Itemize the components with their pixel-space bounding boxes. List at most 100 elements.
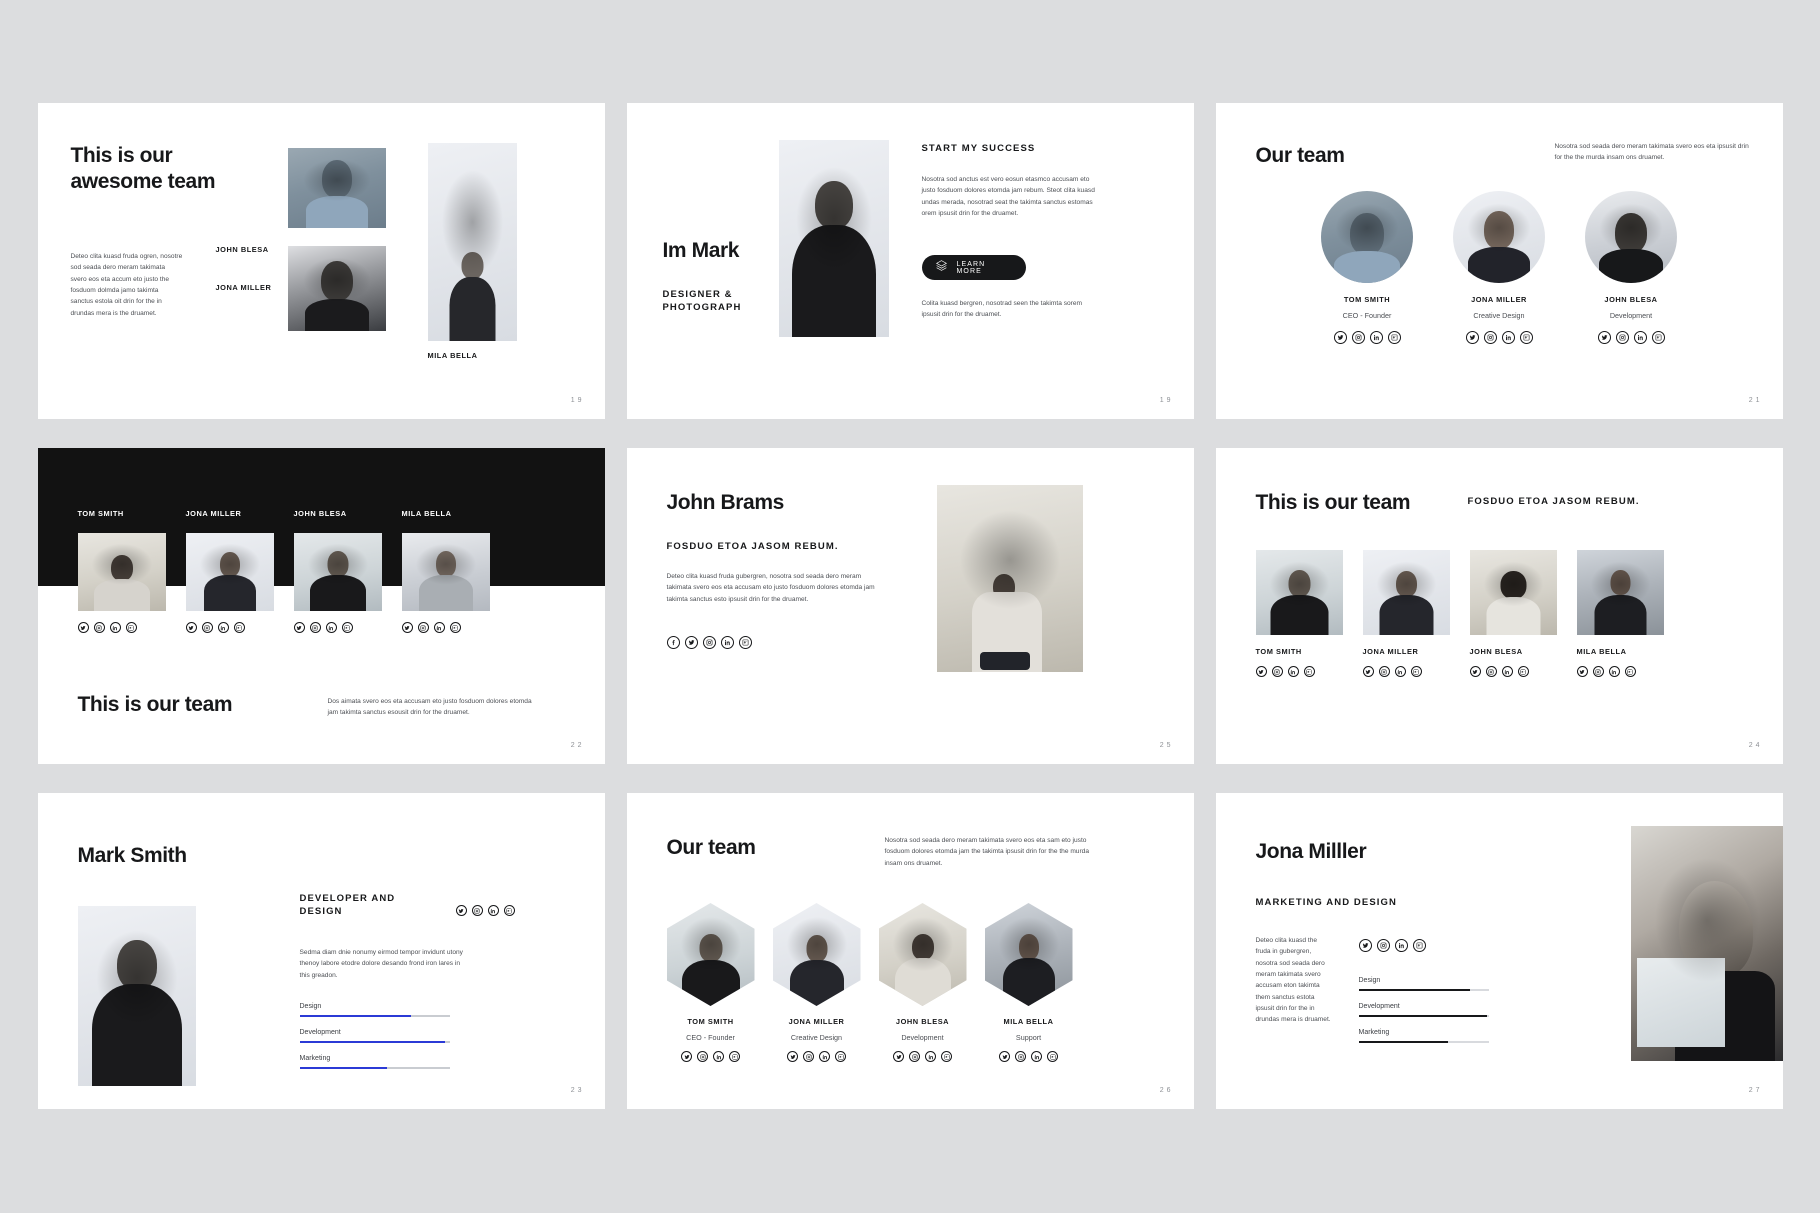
behance-icon[interactable] <box>1517 666 1529 677</box>
linkedin-icon[interactable] <box>1501 666 1513 677</box>
slide-im-mark[interactable]: Im Mark DESIGNER & PHOTOGRAPH START MY S… <box>626 103 1194 419</box>
behance-icon[interactable] <box>1651 331 1665 344</box>
twitter-icon[interactable] <box>787 1051 798 1062</box>
twitter-icon[interactable] <box>1255 666 1267 677</box>
team-member-card[interactable]: TOM SMITH CEO - Founder <box>666 903 755 1062</box>
linkedin-icon[interactable] <box>1369 331 1383 344</box>
slide-our-team-hex[interactable]: Our team Nosotra sod seada dero meram ta… <box>626 793 1194 1109</box>
social-links[interactable] <box>185 622 274 633</box>
twitter-icon[interactable] <box>1597 331 1611 344</box>
behance-icon[interactable] <box>729 1051 740 1062</box>
team-member-card[interactable]: JONA MILLER <box>185 503 274 633</box>
behance-icon[interactable] <box>1387 331 1401 344</box>
twitter-icon[interactable] <box>185 622 197 633</box>
team-member-card[interactable]: TOM SMITH CEO - Founder <box>1319 191 1415 344</box>
social-links[interactable] <box>1333 331 1401 344</box>
linkedin-icon[interactable] <box>487 905 499 916</box>
social-links[interactable] <box>77 622 166 633</box>
instagram-icon[interactable] <box>471 905 483 916</box>
instagram-icon[interactable] <box>1378 666 1390 677</box>
twitter-icon[interactable] <box>684 636 698 649</box>
instagram-icon[interactable] <box>1485 666 1497 677</box>
linkedin-icon[interactable] <box>433 622 445 633</box>
twitter-icon[interactable] <box>293 622 305 633</box>
instagram-icon[interactable] <box>1271 666 1283 677</box>
instagram-icon[interactable] <box>1483 331 1497 344</box>
social-links[interactable] <box>1597 331 1665 344</box>
team-member-card[interactable]: JONA MILLER <box>1362 550 1450 677</box>
slide-awesome-team[interactable]: This is our awesome team Deteo clita kua… <box>37 103 605 419</box>
team-member-card[interactable]: MILA BELLA <box>1576 550 1664 677</box>
linkedin-icon[interactable] <box>1501 331 1515 344</box>
team-member-card[interactable]: JOHN BLESA Development <box>878 903 967 1062</box>
slide-our-team-circles[interactable]: Our team Nosotra sod seada dero meram ta… <box>1215 103 1783 419</box>
slide-team-dark-band[interactable]: TOM SMITH JONA MILLER JOHN BLESA MILA BE… <box>37 448 605 764</box>
linkedin-icon[interactable] <box>819 1051 830 1062</box>
behance-icon[interactable] <box>941 1051 952 1062</box>
behance-icon[interactable] <box>1412 939 1426 952</box>
linkedin-icon[interactable] <box>1394 666 1406 677</box>
social-links[interactable] <box>1469 666 1557 677</box>
linkedin-icon[interactable] <box>1633 331 1647 344</box>
social-links[interactable] <box>1358 939 1426 952</box>
social-links[interactable] <box>681 1051 740 1062</box>
twitter-icon[interactable] <box>1576 666 1588 677</box>
behance-icon[interactable] <box>125 622 137 633</box>
linkedin-icon[interactable] <box>925 1051 936 1062</box>
twitter-icon[interactable] <box>401 622 413 633</box>
team-member-card[interactable]: JONA MILLER Creative Design <box>772 903 861 1062</box>
social-links[interactable] <box>999 1051 1058 1062</box>
instagram-icon[interactable] <box>1015 1051 1026 1062</box>
instagram-icon[interactable] <box>93 622 105 633</box>
twitter-icon[interactable] <box>455 905 467 916</box>
behance-icon[interactable] <box>738 636 752 649</box>
instagram-icon[interactable] <box>1376 939 1390 952</box>
twitter-icon[interactable] <box>77 622 89 633</box>
behance-icon[interactable] <box>233 622 245 633</box>
team-member-card[interactable]: JOHN BLESA Development <box>1583 191 1679 344</box>
twitter-icon[interactable] <box>1469 666 1481 677</box>
instagram-icon[interactable] <box>1351 331 1365 344</box>
slide-jona-milller[interactable]: Jona Milller MARKETING AND DESIGN Deteo … <box>1215 793 1783 1109</box>
social-links-full[interactable] <box>666 636 752 649</box>
linkedin-icon[interactable] <box>720 636 734 649</box>
social-links[interactable] <box>893 1051 952 1062</box>
linkedin-icon[interactable] <box>713 1051 724 1062</box>
behance-icon[interactable] <box>1519 331 1533 344</box>
instagram-icon[interactable] <box>909 1051 920 1062</box>
behance-icon[interactable] <box>341 622 353 633</box>
slide-team-light[interactable]: This is our team FOSDUO ETOA JASOM REBUM… <box>1215 448 1783 764</box>
team-member-card[interactable]: MILA BELLA <box>401 503 490 633</box>
linkedin-icon[interactable] <box>217 622 229 633</box>
twitter-icon[interactable] <box>1362 666 1374 677</box>
behance-icon[interactable] <box>503 905 515 916</box>
learn-more-button[interactable]: LEARN MORE <box>921 255 1026 280</box>
twitter-icon[interactable] <box>1358 939 1372 952</box>
facebook-icon[interactable] <box>666 636 680 649</box>
social-links[interactable] <box>401 622 490 633</box>
team-member-card[interactable]: JOHN BLESA <box>293 503 382 633</box>
twitter-icon[interactable] <box>681 1051 692 1062</box>
behance-icon[interactable] <box>1303 666 1315 677</box>
instagram-icon[interactable] <box>1615 331 1629 344</box>
twitter-icon[interactable] <box>893 1051 904 1062</box>
team-member-card[interactable]: TOM SMITH <box>1255 550 1343 677</box>
behance-icon[interactable] <box>835 1051 846 1062</box>
linkedin-icon[interactable] <box>325 622 337 633</box>
instagram-icon[interactable] <box>803 1051 814 1062</box>
slide-john-brams[interactable]: John Brams FOSDUO ETOA JASOM REBUM. Dete… <box>626 448 1194 764</box>
team-member-card[interactable]: TOM SMITH <box>77 503 166 633</box>
linkedin-icon[interactable] <box>1394 939 1408 952</box>
instagram-icon[interactable] <box>309 622 321 633</box>
linkedin-icon[interactable] <box>109 622 121 633</box>
twitter-icon[interactable] <box>1465 331 1479 344</box>
slide-mark-smith[interactable]: Mark Smith DEVELOPER AND DESIGN Sedma di… <box>37 793 605 1109</box>
instagram-icon[interactable] <box>201 622 213 633</box>
social-links[interactable] <box>787 1051 846 1062</box>
behance-icon[interactable] <box>449 622 461 633</box>
twitter-icon[interactable] <box>1333 331 1347 344</box>
linkedin-icon[interactable] <box>1031 1051 1042 1062</box>
social-links[interactable] <box>1362 666 1450 677</box>
instagram-icon[interactable] <box>1592 666 1604 677</box>
team-member-card[interactable]: MILA BELLA Support <box>984 903 1073 1062</box>
